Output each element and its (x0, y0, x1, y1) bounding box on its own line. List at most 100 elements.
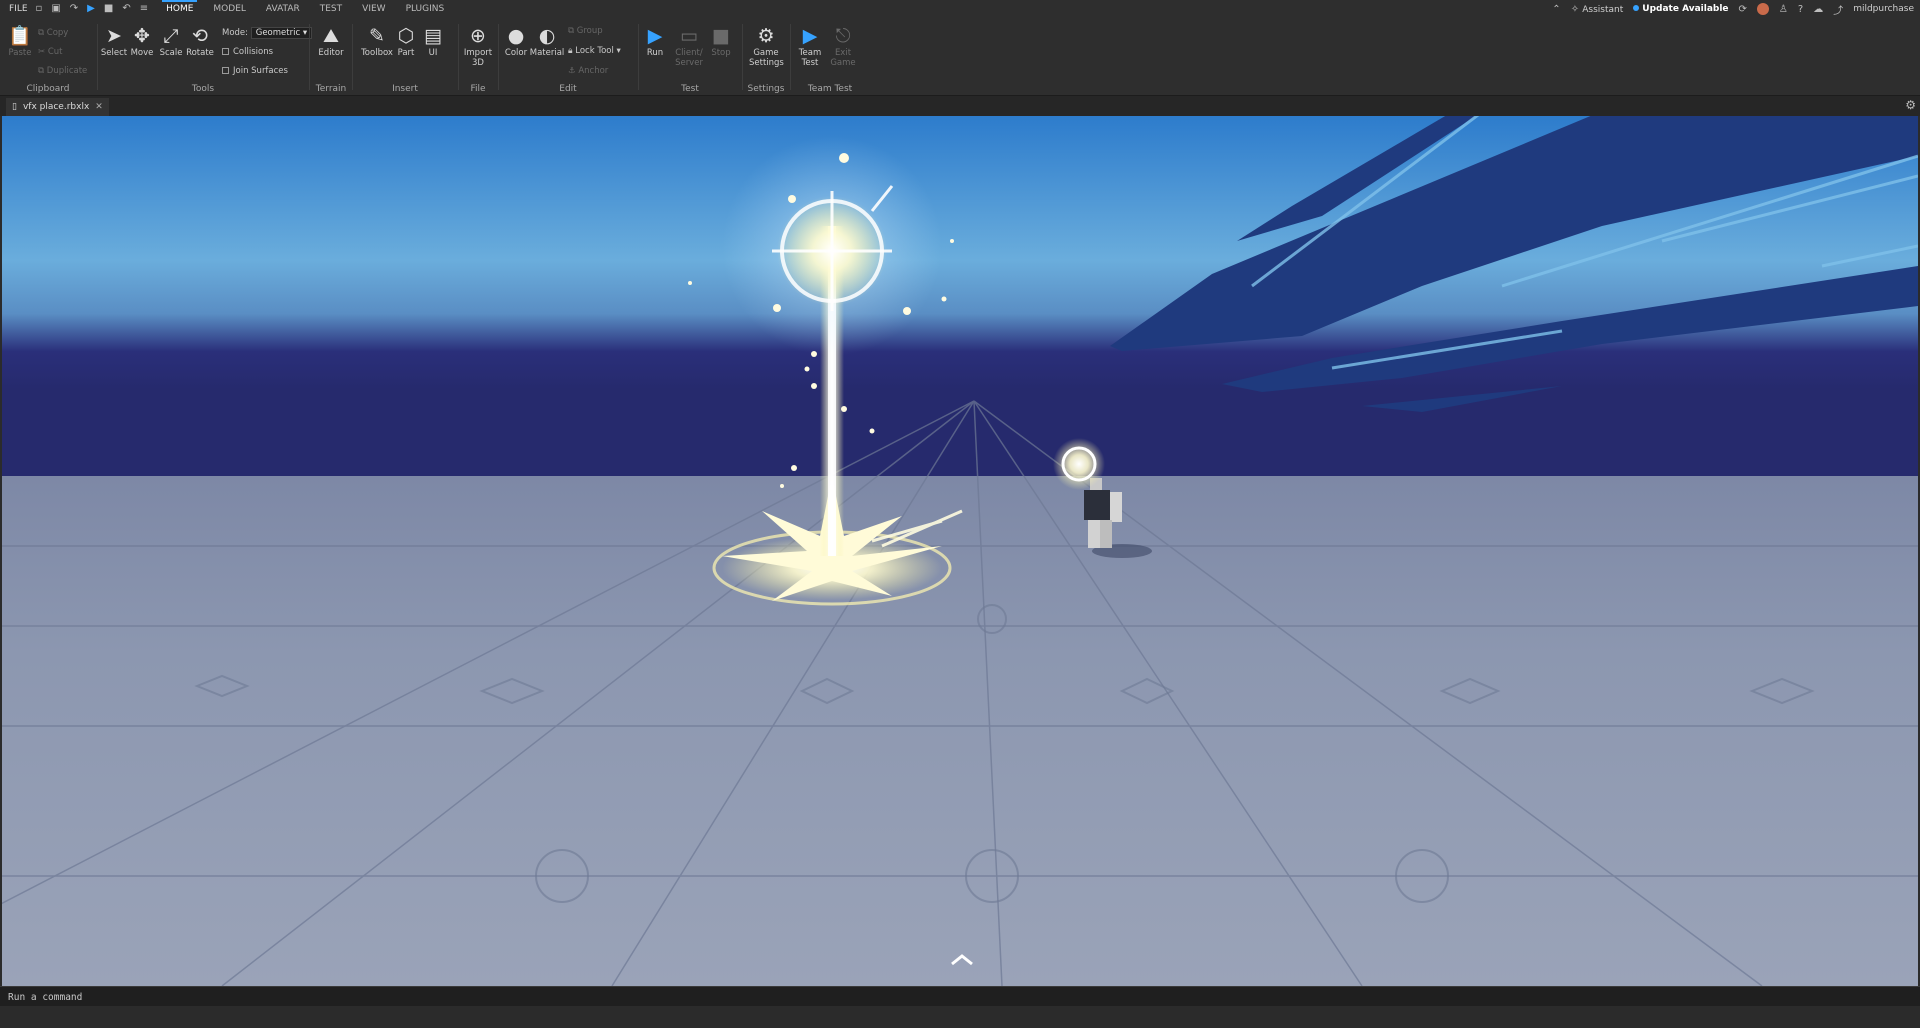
game-exit-label: Game (830, 58, 856, 68)
team-create-icon[interactable]: ♙ (1779, 4, 1788, 15)
part-button[interactable]: ⬡ Part (391, 24, 421, 58)
join-surfaces-label: Join Surfaces (233, 66, 288, 76)
test-group: ▶ Run ▭ Client/ Server ■ Stop Test (640, 20, 740, 94)
edit-group: ● Color ◐ Material ⧉ Group 🔒︎ Lock Tool … (500, 20, 636, 94)
document-tab-title: vfx place.rbxlx (22, 102, 90, 112)
lock-tool-button[interactable]: 🔒︎ Lock Tool ▾ (568, 46, 621, 56)
color-button[interactable]: ● Color (501, 24, 531, 58)
ui-button[interactable]: ▤ UI (418, 24, 448, 58)
file-group: ⊕ Import 3D File (460, 20, 496, 94)
rotate-icon: ⟲ (192, 25, 208, 47)
toolbox-label: Toolbox (361, 48, 393, 58)
globe-import-icon: ⊕ (470, 25, 486, 47)
ui-label: UI (428, 48, 438, 58)
play-icon[interactable]: ▶ (87, 4, 95, 14)
join-surfaces-toggle[interactable]: Join Surfaces (222, 66, 288, 76)
status-area (0, 1006, 1920, 1028)
scale-icon: ⤢ (163, 25, 179, 47)
tab-home[interactable]: HOME (156, 0, 203, 18)
file-group-label: File (470, 84, 486, 94)
command-input[interactable] (8, 989, 1888, 1005)
exit-game-icon: ⎋ (835, 25, 851, 47)
ui-icon: ▤ (424, 25, 442, 47)
baseplate-ground (2, 476, 1918, 986)
anchor-icon: ⚓︎ (568, 66, 576, 76)
insert-group-label: Insert (392, 84, 418, 94)
anchor-button[interactable]: ⚓︎ Anchor (568, 66, 608, 76)
team-test-group-label: Team Test (807, 84, 853, 94)
scale-tool-button[interactable]: ⤢ Scale (156, 24, 186, 58)
tab-avatar[interactable]: AVATAR (256, 0, 310, 18)
redo-icon[interactable]: ↷ (70, 4, 78, 14)
viewport-settings-gear-icon[interactable]: ⚙ (1905, 98, 1916, 112)
run-button[interactable]: ▶ Run (640, 24, 670, 58)
document-tab[interactable]: ▯ vfx place.rbxlx ✕ (6, 98, 109, 116)
select-tool-button[interactable]: ➤ Select (99, 24, 129, 58)
lock-icon: 🔒︎ (568, 46, 573, 56)
terrain-group-label: Terrain (315, 84, 347, 94)
share-icon[interactable]: ⤴ (1833, 2, 1843, 17)
customize-toolbar-icon[interactable]: ≡ (140, 4, 148, 14)
3d-viewport[interactable] (2, 116, 1918, 986)
move-tool-button[interactable]: ✥ Move (127, 24, 157, 58)
assistant-button[interactable]: ✧ Assistant (1571, 4, 1624, 15)
rotate-label: Rotate (186, 48, 214, 58)
open-file-icon[interactable]: ▣ (51, 4, 60, 14)
run-icon: ▶ (647, 25, 663, 47)
stop-button[interactable]: ■ Stop (706, 24, 736, 58)
paste-icon: 📋 (8, 25, 32, 47)
mode-dropdown[interactable]: Geometric ▾ (250, 27, 313, 39)
update-available-button[interactable]: Update Available (1633, 4, 1729, 14)
material-button[interactable]: ◐ Material (529, 24, 565, 58)
update-dot-icon (1633, 5, 1640, 11)
color-swatch-icon: ● (507, 25, 525, 47)
copy-button[interactable]: ⧉ Copy (38, 28, 68, 38)
game-settings-button[interactable]: ⚙ Game Settings (749, 24, 784, 68)
rotate-tool-button[interactable]: ⟲ Rotate (185, 24, 215, 58)
client-server-icon: ▭ (680, 25, 698, 47)
undo-icon[interactable]: ↶ (122, 4, 130, 14)
close-icon[interactable]: ✕ (95, 98, 103, 116)
collapse-ribbon-icon[interactable]: ⌃ (1552, 4, 1560, 15)
team-test-group: ▶ Team Test ⎋ Exit Game Team Test (792, 20, 868, 94)
settings-group-label: Settings (747, 84, 785, 94)
stop-icon[interactable]: ■ (104, 4, 113, 14)
update-label: Update Available (1642, 4, 1729, 14)
collisions-checkbox[interactable] (222, 48, 229, 55)
file-menu[interactable]: FILE (0, 4, 36, 14)
sync-icon[interactable]: ⟳ (1739, 4, 1747, 15)
import-3d-button[interactable]: ⊕ Import 3D (463, 24, 493, 68)
command-bar (0, 986, 1920, 1006)
collisions-toggle[interactable]: Collisions (222, 47, 273, 57)
group-button[interactable]: ⧉ Group (568, 26, 603, 36)
ribbon-separator (458, 24, 459, 90)
paste-button[interactable]: 📋 Paste (5, 24, 35, 58)
tab-test[interactable]: TEST (310, 0, 352, 18)
tab-view[interactable]: VIEW (352, 0, 395, 18)
help-icon[interactable]: ? (1798, 4, 1803, 15)
duplicate-button[interactable]: ⧉ Duplicate (38, 66, 87, 76)
paste-label: Paste (8, 48, 32, 58)
tab-model[interactable]: MODEL (203, 0, 255, 18)
team-test-button[interactable]: ▶ Team Test (795, 24, 825, 68)
avatar[interactable] (1756, 3, 1769, 15)
cloud-icon[interactable]: ☁ (1813, 4, 1823, 15)
scene-render (2, 116, 1918, 986)
collisions-label: Collisions (233, 47, 274, 57)
username-menu[interactable]: mildpurchase (1853, 4, 1914, 14)
new-file-icon[interactable]: ▫ (36, 4, 43, 14)
client-server-button[interactable]: ▭ Client/ Server (671, 24, 707, 68)
vfx-hand-glow (1053, 438, 1105, 490)
tools-group-label: Tools (191, 84, 215, 94)
run-label: Run (646, 48, 664, 58)
tab-plugins[interactable]: PLUGINS (396, 0, 455, 18)
color-label: Color (504, 48, 528, 58)
ribbon-separator (742, 24, 743, 90)
exit-game-button[interactable]: ⎋ Exit Game (828, 24, 858, 68)
cursor-icon: ➤ (106, 25, 122, 47)
join-surfaces-checkbox[interactable] (222, 67, 229, 74)
duplicate-label: Duplicate (46, 66, 88, 76)
cut-button[interactable]: ✂ Cut (38, 47, 62, 57)
terrain-editor-button[interactable]: ⛰ Editor (316, 24, 346, 58)
ribbon-toolbar: 📋 Paste ⧉ Copy ✂ Cut ⧉ Duplicate Clipboa… (0, 18, 1920, 96)
